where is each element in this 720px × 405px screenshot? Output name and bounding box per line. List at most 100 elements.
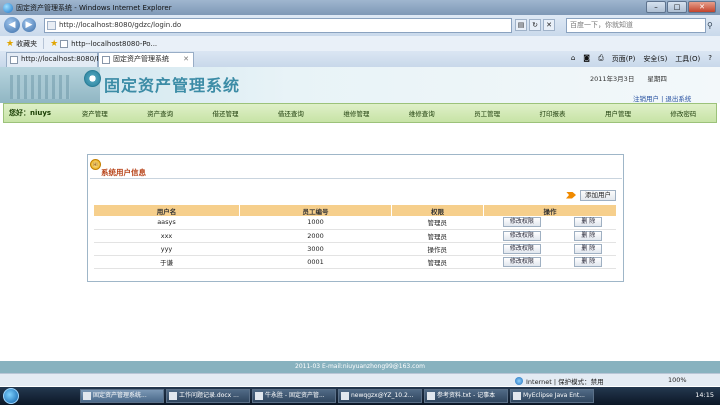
menu-change-password[interactable]: 修改密码 bbox=[651, 108, 716, 118]
menu-page[interactable]: 页面(P) bbox=[612, 54, 636, 64]
taskbar-item[interactable]: 参考资料.txt - 记事本 bbox=[424, 389, 508, 403]
divider bbox=[90, 178, 622, 179]
cell-role: 管理员 bbox=[391, 255, 484, 269]
cell-delete: 删 除 bbox=[559, 255, 616, 269]
address-bar[interactable]: http://localhost:8080/gdzc/login.do bbox=[44, 18, 512, 33]
menu-asset-management[interactable]: 资产管理 bbox=[62, 108, 127, 118]
current-date: 2011年3月3日 星期四 bbox=[590, 75, 667, 83]
delete-button[interactable]: 删 除 bbox=[574, 243, 603, 254]
window-controls: – □ ✕ bbox=[646, 1, 716, 13]
menu-employee-management[interactable]: 员工管理 bbox=[454, 108, 519, 118]
divider bbox=[43, 38, 45, 49]
tab-close-icon[interactable]: ✕ bbox=[183, 53, 189, 66]
window-title: 固定资产管理系统 - Windows Internet Explorer bbox=[16, 3, 172, 12]
window-titlebar: 固定资产管理系统 - Windows Internet Explorer – □… bbox=[0, 0, 720, 15]
modify-permission-button[interactable]: 修改权限 bbox=[502, 256, 541, 267]
app-icon bbox=[341, 392, 349, 400]
status-bar: Internet | 保护模式：禁用 100% bbox=[0, 373, 720, 386]
cell-username: 于谦 bbox=[93, 255, 240, 269]
col-role: 权限 bbox=[391, 205, 484, 216]
address-tools: ▤ ↻ ✕ bbox=[515, 19, 555, 31]
taskbar-item[interactable]: 牛永胜 - 固定资产管... bbox=[252, 389, 336, 403]
add-user: 添加用户 bbox=[566, 189, 616, 201]
hi-icon: HI bbox=[90, 159, 101, 170]
menu-borrow-query[interactable]: 借还查询 bbox=[258, 108, 323, 118]
command-bar: ⌂ ◙ ⎙ 页面(P) 安全(S) 工具(O) ? bbox=[571, 54, 712, 64]
cell-username: aasys bbox=[93, 216, 240, 230]
system-logo bbox=[84, 70, 101, 87]
menu-repair-management[interactable]: 维修管理 bbox=[324, 108, 389, 118]
col-username: 用户名 bbox=[93, 205, 240, 216]
refresh-icon[interactable]: ↻ bbox=[529, 19, 541, 31]
zoom-level[interactable]: 100% bbox=[668, 376, 687, 384]
feeds-icon[interactable]: ◙ bbox=[583, 54, 590, 64]
start-button[interactable] bbox=[3, 388, 19, 404]
delete-button[interactable]: 删 除 bbox=[574, 217, 603, 228]
menu-tools[interactable]: 工具(O) bbox=[675, 54, 700, 64]
table-header-row: 用户名 员工编号 权限 操作 bbox=[93, 205, 616, 216]
back-icon[interactable]: ◀ bbox=[4, 17, 20, 33]
favorites-label[interactable]: 收藏夹 bbox=[16, 39, 37, 49]
compat-icon[interactable]: ▤ bbox=[515, 19, 527, 31]
delete-button[interactable]: 删 除 bbox=[574, 230, 603, 241]
cell-modify: 修改权限 bbox=[483, 229, 561, 243]
add-favorite-icon[interactable]: ★ bbox=[50, 39, 58, 49]
menu-asset-query[interactable]: 资产查询 bbox=[127, 108, 192, 118]
account-links[interactable]: 注销用户 | 退出系统 bbox=[633, 93, 691, 103]
menu-repair-query[interactable]: 维修查询 bbox=[389, 108, 454, 118]
page-icon bbox=[60, 39, 69, 48]
cell-delete: 删 除 bbox=[559, 242, 616, 256]
taskbar-item[interactable]: 工作问题记录.docx ... bbox=[166, 389, 250, 403]
menu-print-report[interactable]: 打印报表 bbox=[520, 108, 585, 118]
delete-button[interactable]: 删 除 bbox=[574, 256, 603, 267]
minimize-button[interactable]: – bbox=[646, 1, 666, 13]
cell-role: 管理员 bbox=[391, 229, 484, 243]
user-info-panel: HI 系统用户信息 添加用户 用户名 员工编号 权限 操作 aasys 1000… bbox=[87, 154, 624, 282]
notepad-icon bbox=[427, 392, 435, 400]
main-menu: 您好：niuys 资产管理 资产查询 借还管理 借还查询 维修管理 维修查询 员… bbox=[3, 103, 717, 123]
search-icon[interactable]: ⚲ bbox=[707, 19, 719, 32]
menu-safety[interactable]: 安全(S) bbox=[643, 54, 667, 64]
modify-permission-button[interactable]: 修改权限 bbox=[502, 230, 541, 241]
favorite-item[interactable]: http--localhost8080-Po... bbox=[60, 39, 157, 48]
cell-employee-no: 0001 bbox=[239, 255, 392, 269]
cell-delete: 删 除 bbox=[559, 229, 616, 243]
page-footer: 2011-03 E-mail:niuyuanzhong99@163.com bbox=[0, 361, 720, 373]
close-button[interactable]: ✕ bbox=[688, 1, 716, 13]
search-placeholder: 百度一下，你就知道 bbox=[570, 21, 633, 29]
security-zone[interactable]: Internet | 保护模式：禁用 bbox=[515, 376, 604, 386]
cell-modify: 修改权限 bbox=[483, 216, 561, 230]
tab-localhost[interactable]: http://localhost:8080/Po... bbox=[6, 52, 111, 67]
taskbar-item[interactable]: 固定资产管理系统... bbox=[80, 389, 164, 403]
cell-username: xxx bbox=[93, 229, 240, 243]
table-row: xxx 2000 管理员 修改权限 删 除 bbox=[93, 229, 616, 243]
cell-modify: 修改权限 bbox=[483, 242, 561, 256]
col-actions: 操作 bbox=[483, 205, 616, 216]
cell-username: yyy bbox=[93, 242, 240, 256]
modify-permission-button[interactable]: 修改权限 bbox=[502, 243, 541, 254]
cell-delete: 删 除 bbox=[559, 216, 616, 230]
search-input[interactable]: 百度一下，你就知道 ⚲ bbox=[566, 18, 713, 33]
tab-system[interactable]: 固定资产管理系统 ✕ bbox=[98, 52, 194, 67]
home-icon[interactable]: ⌂ bbox=[571, 54, 575, 64]
menu-borrow-management[interactable]: 借还管理 bbox=[193, 108, 258, 118]
clock[interactable]: 14:15 bbox=[695, 391, 714, 399]
taskbar: 固定资产管理系统... 工作问题记录.docx ... 牛永胜 - 固定资产管.… bbox=[0, 387, 720, 405]
menu-user-management[interactable]: 用户管理 bbox=[585, 108, 650, 118]
print-icon[interactable]: ⎙ bbox=[598, 54, 604, 64]
table-row: 于谦 0001 管理员 修改权限 删 除 bbox=[93, 255, 616, 269]
favorites-star-icon[interactable]: ★ bbox=[6, 39, 14, 49]
help-icon[interactable]: ? bbox=[708, 54, 712, 64]
eclipse-icon bbox=[513, 392, 521, 400]
stop-icon[interactable]: ✕ bbox=[543, 19, 555, 31]
maximize-button[interactable]: □ bbox=[667, 1, 687, 13]
taskbar-item[interactable]: newqgzx@YZ_10.2... bbox=[338, 389, 422, 403]
system-title: 固定资产管理系统 bbox=[104, 76, 241, 95]
add-user-button[interactable]: 添加用户 bbox=[580, 189, 616, 201]
cell-employee-no: 2000 bbox=[239, 229, 392, 243]
modify-permission-button[interactable]: 修改权限 bbox=[502, 217, 541, 228]
users-table: 用户名 员工编号 权限 操作 aasys 1000 管理员 修改权限 删 除 x… bbox=[93, 205, 616, 269]
forward-icon[interactable]: ▶ bbox=[22, 18, 36, 32]
taskbar-item[interactable]: MyEclipse Java Ent... bbox=[510, 389, 594, 403]
cell-role: 操作员 bbox=[391, 242, 484, 256]
